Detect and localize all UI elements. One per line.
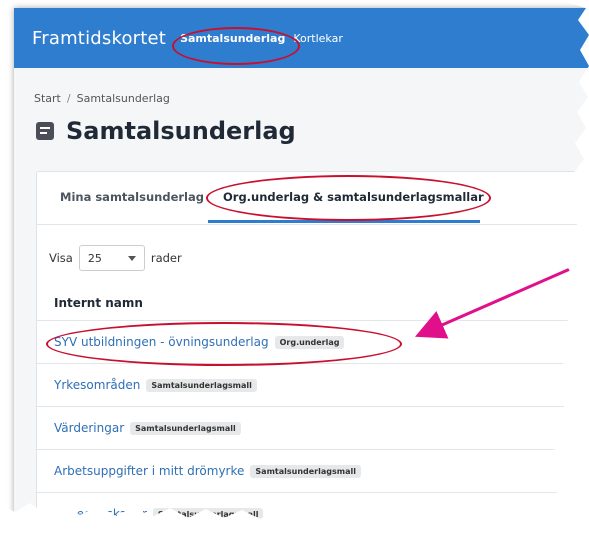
breadcrumb-separator: / — [66, 92, 71, 105]
tab-bar: Mina samtalsunderlag Org.underlag & samt… — [37, 172, 589, 225]
page-size-control: Visa 25 rader — [49, 245, 182, 271]
type-badge: Samtalsunderlagsmall — [152, 507, 264, 521]
breadcrumb: Start / Samtalsunderlag — [34, 92, 170, 105]
table-row: SYV utbildningen - övningsunderlag Org.u… — [37, 320, 589, 363]
page-title-text: Samtalsunderlag — [66, 117, 296, 145]
table-row: ...a egenskaper Samtalsunderlagsmall — [37, 492, 589, 528]
document-icon — [36, 122, 54, 140]
row-link[interactable]: ...a egenskaper — [54, 507, 147, 521]
visa-label: Visa — [49, 251, 73, 265]
breadcrumb-start[interactable]: Start — [34, 92, 61, 105]
nav-kortlekar[interactable]: Kortlekar — [293, 32, 343, 45]
column-header-internt-namn[interactable]: Internt namn — [54, 296, 143, 310]
table-row: Yrkesområden Samtalsunderlagsmall — [37, 363, 589, 406]
active-tab-indicator — [208, 220, 480, 223]
rader-label: rader — [150, 251, 182, 265]
type-badge: Samtalsunderlagsmall — [146, 378, 257, 392]
row-link[interactable]: SYV utbildningen - övningsunderlag — [54, 335, 269, 349]
row-link[interactable]: Yrkesområden — [54, 378, 140, 392]
tab-org-underlag[interactable]: Org.underlag & samtalsunderlagsmallar — [223, 190, 484, 204]
brand-logo[interactable]: Framtidskortet — [32, 28, 166, 49]
row-link[interactable]: Värderingar — [54, 421, 124, 435]
rows-per-page-value: 25 — [87, 251, 102, 265]
type-badge: Samtalsunderlagsmall — [250, 464, 361, 478]
top-navbar: Framtidskortet Samtalsunderlag Kortlekar — [14, 8, 589, 68]
breadcrumb-current: Samtalsunderlag — [76, 92, 170, 105]
tab-mina-samtalsunderlag[interactable]: Mina samtalsunderlag — [60, 190, 204, 204]
table-row: Arbetsuppgifter i mitt drömyrke Samtalsu… — [37, 449, 589, 492]
row-link[interactable]: Arbetsuppgifter i mitt drömyrke — [54, 464, 244, 478]
table-row: Värderingar Samtalsunderlagsmall — [37, 406, 589, 449]
nav-samtalsunderlag[interactable]: Samtalsunderlag — [180, 32, 285, 45]
type-badge: Samtalsunderlagsmall — [130, 421, 241, 435]
content-card: Mina samtalsunderlag Org.underlag & samt… — [36, 171, 589, 528]
page-title: Samtalsunderlag — [36, 117, 296, 145]
screenshot-frame: Framtidskortet Samtalsunderlag Kortlekar… — [14, 8, 589, 528]
rows-per-page-select[interactable]: 25 — [78, 245, 145, 271]
type-badge: Org.underlag — [274, 335, 345, 349]
chevron-down-icon — [127, 255, 136, 261]
